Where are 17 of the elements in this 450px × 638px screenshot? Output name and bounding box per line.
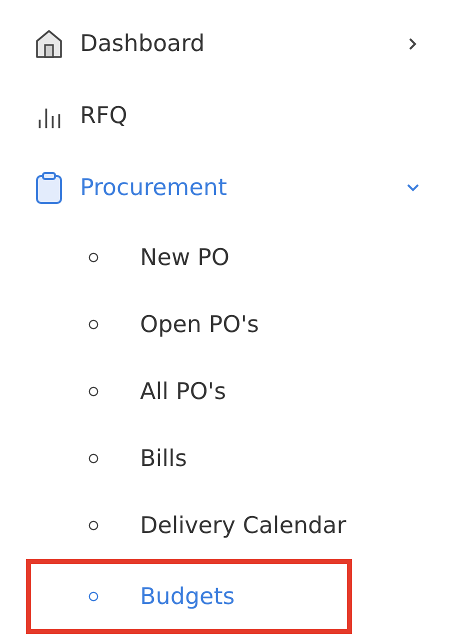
circle-bullet-icon [88, 591, 99, 602]
submenu-item[interactable]: Delivery Calendar [26, 492, 352, 559]
submenu-item[interactable]: Bills [26, 425, 352, 492]
sidebar-item[interactable]: Procurement [0, 152, 450, 224]
submenu-item[interactable]: New PO [26, 224, 352, 291]
circle-bullet-icon [88, 453, 99, 464]
sidebar-item[interactable]: Dashboard [0, 8, 450, 80]
submenu-item[interactable]: Open PO's [26, 291, 352, 358]
clipboard-icon [34, 172, 64, 204]
submenu-item[interactable]: All PO's [26, 358, 352, 425]
circle-bullet-icon [88, 252, 99, 263]
sidebar-item[interactable]: RFQ [0, 80, 450, 152]
circle-bullet-icon [88, 319, 99, 330]
house-icon [34, 29, 64, 59]
circle-bullet-icon [88, 386, 99, 397]
submenu-item[interactable]: Budgets [26, 559, 352, 634]
circle-bullet-icon [88, 520, 99, 531]
